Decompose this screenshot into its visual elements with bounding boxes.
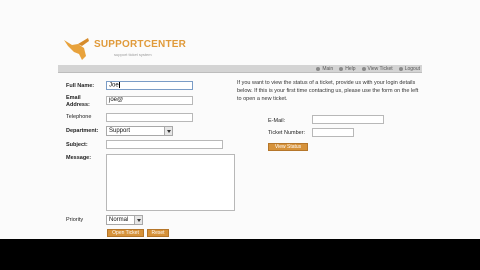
nav-help[interactable]: Help (339, 66, 356, 72)
logout-icon (398, 67, 403, 71)
help-icon (339, 67, 344, 71)
home-icon (316, 67, 321, 71)
nav-view-ticket-label: View Ticket (367, 66, 393, 72)
top-navbar: Main Help View Ticket Logout (58, 65, 422, 73)
nav-links: Main Help View Ticket Logout (310, 65, 420, 73)
email-label-line-1: Email (66, 95, 81, 101)
view-status-button[interactable]: View Status (268, 143, 308, 151)
logo-name: SUPPORTCENTER (94, 39, 187, 50)
telephone-label: Telephone (66, 114, 92, 120)
support-page: SUPPORTCENTER support ticket system Main… (0, 0, 480, 239)
logo-tagline: support ticket system (114, 52, 152, 57)
department-label: Department: (66, 128, 99, 134)
message-label: Message: (66, 155, 92, 161)
kangaroo-logo-icon (64, 38, 89, 60)
telephone-input[interactable] (106, 113, 193, 122)
subject-label: Subject: (66, 142, 88, 148)
chevron-down-icon (134, 216, 142, 224)
priority-value: Normal (109, 217, 129, 223)
email-label-line-2: Address: (66, 102, 90, 108)
nav-main-label: Main (322, 66, 334, 72)
nav-logout-label: Logout (404, 66, 420, 72)
ticket-number-label: Ticket Number: (268, 130, 306, 136)
chevron-down-icon (164, 127, 172, 135)
department-select[interactable]: Support (106, 126, 173, 136)
reset-button[interactable]: Reset (147, 229, 169, 237)
nav-help-label: Help (345, 66, 356, 72)
logo[interactable]: SUPPORTCENTER support ticket system (62, 36, 202, 64)
priority-label: Priority (66, 217, 84, 223)
nav-logout[interactable]: Logout (398, 66, 420, 72)
priority-select[interactable]: Normal (106, 215, 143, 225)
full-name-label: Full Name: (66, 83, 95, 89)
subject-input[interactable] (106, 140, 223, 149)
text-cursor (118, 82, 120, 88)
lookup-instructions: If you want to view the status of a tick… (237, 80, 419, 102)
lookup-email-input[interactable] (312, 115, 384, 124)
nav-view-ticket[interactable]: View Ticket (361, 66, 393, 72)
lookup-email-label: E-Mail: (268, 118, 286, 124)
email-label: Email Address: (66, 95, 90, 109)
full-name-value: Joe (109, 82, 119, 89)
ticket-icon (361, 67, 366, 71)
full-name-input[interactable]: Joe (106, 81, 193, 90)
ticket-number-input[interactable] (312, 128, 354, 137)
email-input[interactable]: joe@ (106, 96, 193, 105)
nav-main[interactable]: Main (316, 66, 333, 72)
email-value: joe@ (109, 97, 124, 103)
message-textarea[interactable] (106, 154, 235, 211)
department-value: Support (109, 128, 131, 134)
open-ticket-button[interactable]: Open Ticket (107, 229, 144, 237)
